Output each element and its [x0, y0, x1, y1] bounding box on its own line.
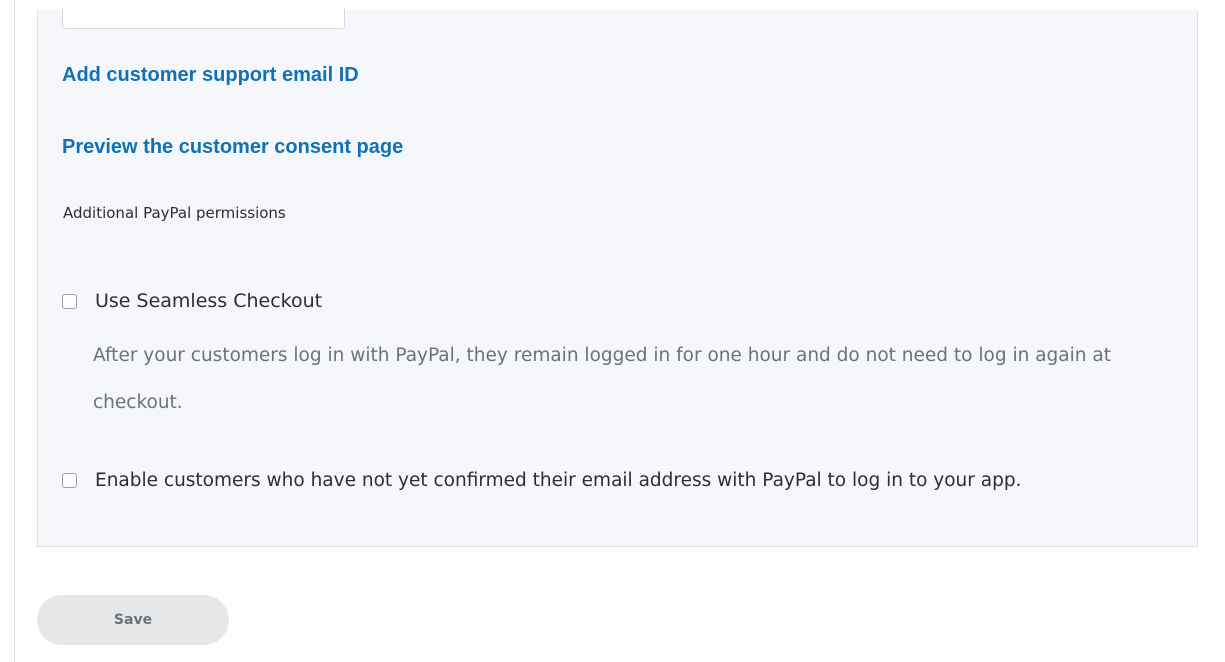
seamless-checkout-label[interactable]: Use Seamless Checkout [95, 290, 322, 312]
seamless-checkout-checkbox[interactable] [62, 293, 77, 309]
additional-permissions-heading: Additional PayPal permissions [63, 204, 286, 222]
unconfirmed-email-option: Enable customers who have not yet confir… [62, 470, 1021, 491]
text-input-field[interactable] [62, 8, 345, 29]
unconfirmed-email-checkbox[interactable] [62, 473, 77, 488]
seamless-checkout-option: Use Seamless Checkout [62, 290, 322, 312]
unconfirmed-email-label[interactable]: Enable customers who have not yet confir… [95, 470, 1021, 491]
seamless-checkout-description: After your customers log in with PayPal,… [93, 345, 1111, 413]
preview-consent-page-link[interactable]: Preview the customer consent page [62, 136, 403, 159]
page: Add customer support email ID Preview th… [0, 0, 1225, 662]
save-button[interactable]: Save [37, 595, 229, 645]
settings-panel: Add customer support email ID Preview th… [37, 8, 1198, 547]
left-divider [14, 0, 15, 662]
add-support-email-link[interactable]: Add customer support email ID [62, 64, 359, 87]
